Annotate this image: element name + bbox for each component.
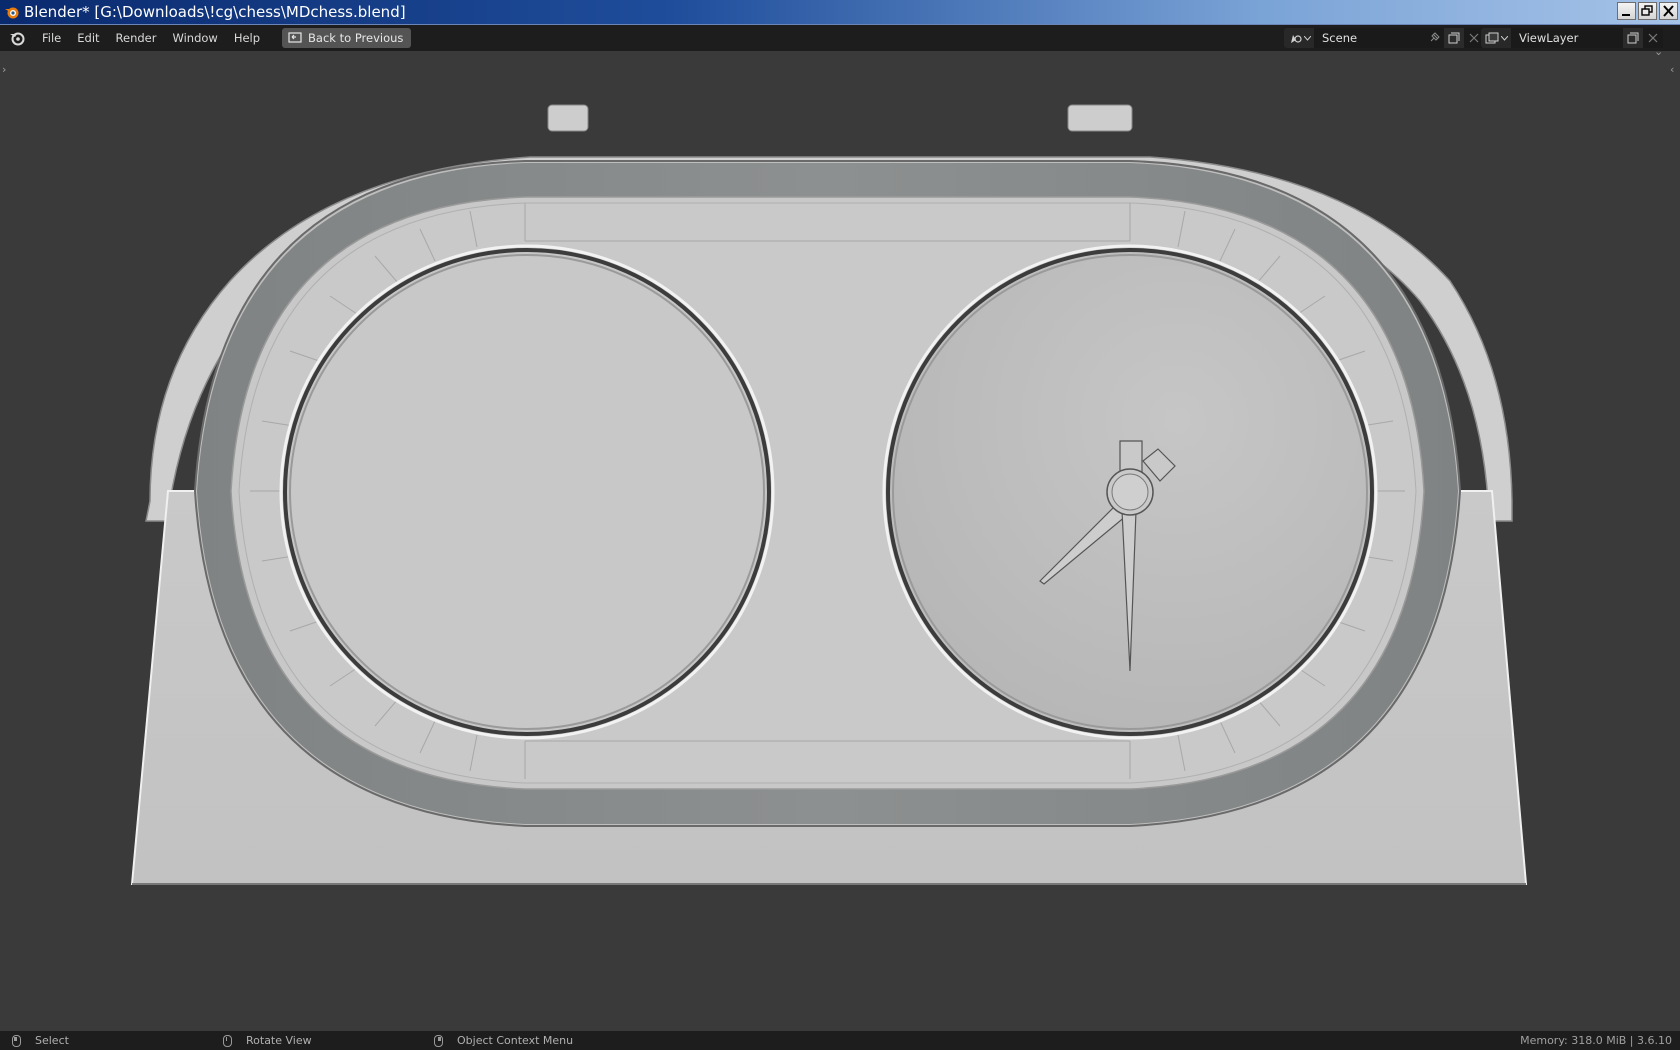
mouse-right-icon bbox=[434, 1034, 443, 1047]
close-icon bbox=[1469, 33, 1479, 43]
view-layer-name-field[interactable]: ViewLayer bbox=[1511, 28, 1623, 48]
menu-file[interactable]: File bbox=[34, 27, 69, 49]
memory-version-stats: Memory: 318.0 MiB | 3.6.10 bbox=[1520, 1034, 1672, 1047]
restore-icon bbox=[1641, 5, 1653, 16]
scene-icon bbox=[1290, 35, 1302, 43]
mouse-left-icon bbox=[12, 1034, 21, 1047]
back-to-previous-button[interactable]: Back to Previous bbox=[282, 28, 412, 48]
menu-edit[interactable]: Edit bbox=[69, 27, 107, 49]
top-menu-bar: File Edit Render Window Help Back to Pre… bbox=[0, 25, 1680, 51]
chevron-down-icon bbox=[1500, 35, 1508, 41]
close-button[interactable] bbox=[1659, 2, 1678, 20]
close-icon bbox=[1663, 5, 1674, 17]
minimize-button[interactable] bbox=[1617, 2, 1636, 20]
screen-back-icon bbox=[288, 32, 302, 44]
window-titlebar: Blender* [G:\Downloads\!cg\chess\MDchess… bbox=[0, 0, 1680, 25]
render-layers-icon bbox=[1485, 32, 1498, 44]
scene-selector: Scene bbox=[1284, 28, 1484, 48]
scene-pin-button[interactable] bbox=[1424, 28, 1444, 48]
3d-viewport[interactable]: › ‹ ⌄ bbox=[0, 45, 1680, 1031]
back-to-previous-label: Back to Previous bbox=[308, 31, 404, 45]
blender-menu-icon[interactable] bbox=[8, 29, 26, 47]
status-bar: Select Rotate View Object Context Menu M… bbox=[0, 1031, 1680, 1050]
minimize-icon bbox=[1622, 14, 1630, 16]
view-layer-browse-button[interactable] bbox=[1481, 28, 1511, 48]
duplicate-icon bbox=[1448, 32, 1460, 44]
new-scene-button[interactable] bbox=[1444, 28, 1464, 48]
status-select-label: Select bbox=[35, 1034, 69, 1047]
restore-button[interactable] bbox=[1638, 2, 1657, 20]
status-rotate-hint: Rotate View bbox=[223, 1034, 312, 1047]
chevron-down-icon bbox=[1303, 35, 1311, 41]
new-view-layer-button[interactable] bbox=[1623, 28, 1643, 48]
menu-help[interactable]: Help bbox=[226, 27, 268, 49]
scene-name-field[interactable]: Scene bbox=[1314, 28, 1424, 48]
scene-browse-button[interactable] bbox=[1284, 28, 1314, 48]
pin-icon bbox=[1430, 32, 1440, 42]
chess-clock-model bbox=[130, 104, 1528, 885]
status-context-hint: Object Context Menu bbox=[434, 1034, 573, 1047]
view-layer-selector: ViewLayer bbox=[1481, 28, 1663, 48]
close-icon bbox=[1648, 33, 1658, 43]
status-context-label: Object Context Menu bbox=[457, 1034, 574, 1047]
menu-render[interactable]: Render bbox=[108, 27, 165, 49]
mouse-middle-icon bbox=[223, 1034, 232, 1047]
window-controls bbox=[1617, 2, 1678, 20]
duplicate-icon bbox=[1627, 32, 1639, 44]
menu-window[interactable]: Window bbox=[164, 27, 225, 49]
status-select-hint: Select bbox=[12, 1034, 69, 1047]
status-rotate-label: Rotate View bbox=[246, 1034, 312, 1047]
blender-logo-icon bbox=[5, 7, 19, 19]
window-title: Blender* [G:\Downloads\!cg\chess\MDchess… bbox=[24, 3, 406, 21]
